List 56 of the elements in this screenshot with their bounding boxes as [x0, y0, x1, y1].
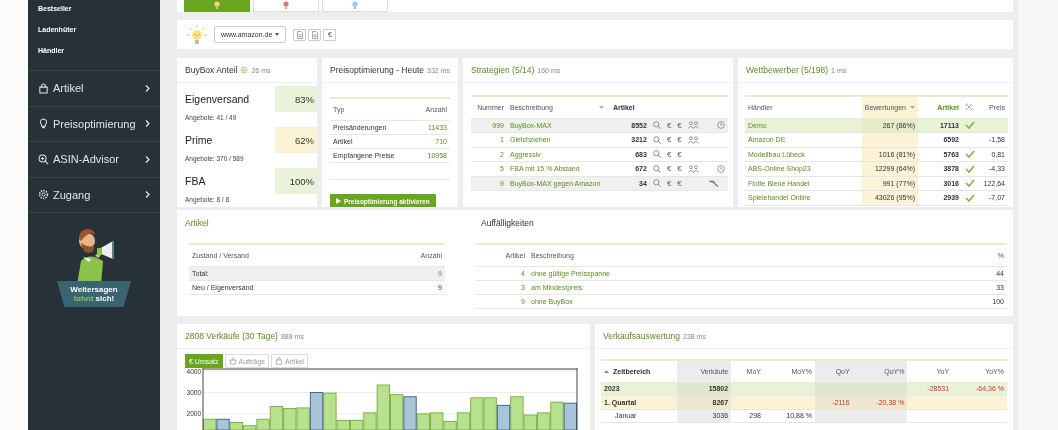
panel-title: 2808 Verkäufe (30 Tage): [185, 331, 278, 341]
euro-symbol: €: [677, 164, 682, 174]
search-icon[interactable]: [652, 135, 661, 144]
euro-symbol: €: [666, 164, 672, 174]
lightbulb-icon: [38, 118, 49, 130]
lightbulb-icon: [283, 1, 289, 9]
search-icon[interactable]: [652, 150, 661, 159]
panel-title: Strategien (5/14): [471, 65, 535, 75]
play-icon: [336, 198, 341, 204]
panel-title: Artikel: [185, 217, 209, 228]
panel-title: Wettbewerber (5/198): [746, 65, 829, 75]
metric-label: FBA: [184, 175, 207, 187]
euro-symbol: €: [666, 135, 672, 145]
percent-value: 100%: [275, 168, 317, 194]
sort-caret-icon[interactable]: [598, 105, 604, 109]
chevron-right-icon: [145, 191, 150, 199]
export-button[interactable]: [293, 28, 307, 41]
lightbulb-icon: [214, 1, 220, 9]
search-icon[interactable]: [652, 121, 661, 130]
euro-symbol: €: [666, 149, 672, 159]
lightbulb-icon: [187, 24, 207, 45]
settings-icon: [240, 66, 249, 74]
document-icon: [296, 30, 303, 39]
sort-caret-icon[interactable]: [604, 369, 609, 373]
search-icon[interactable]: [652, 179, 661, 188]
panel-title: Verkaufsauswertung: [603, 331, 681, 341]
metric-label: Eigenversand: [184, 93, 251, 105]
metric-label: Prime: [184, 134, 214, 146]
euro-symbol: €: [677, 178, 682, 188]
euro-symbol: €: [666, 120, 672, 130]
bag-icon: [275, 357, 284, 365]
sort-caret-icon[interactable]: [910, 105, 915, 109]
slogan-text: lohnt sich!: [73, 294, 115, 303]
panel-title: Preisoptimierung - Heute: [330, 65, 424, 75]
euro-symbol: €: [677, 120, 682, 130]
panel-title: Auffälligkeiten: [481, 217, 534, 228]
chevron-right-icon: [145, 120, 150, 128]
zoom-in-icon: [38, 153, 49, 165]
euro-symbol: €: [677, 135, 682, 145]
tools-icon: [965, 103, 973, 112]
euro-symbol: €: [677, 149, 682, 159]
slogan-text: Weitersagen: [70, 285, 118, 294]
panel-title: BuyBox Anteil: [185, 65, 238, 75]
export-button[interactable]: [308, 28, 322, 41]
percent-value: 83%: [275, 86, 317, 112]
euro-symbol: €: [666, 178, 672, 188]
chevron-right-icon: [145, 84, 150, 92]
document-icon: [311, 30, 318, 39]
search-icon[interactable]: [652, 164, 661, 173]
caret-icon: [275, 33, 280, 36]
settings-icon: [38, 189, 49, 201]
chevron-right-icon: [145, 155, 150, 163]
percent-value: 62%: [275, 127, 317, 153]
lightbulb-icon: [352, 1, 358, 9]
basket-icon: [228, 357, 237, 365]
bag-icon: [38, 82, 49, 94]
